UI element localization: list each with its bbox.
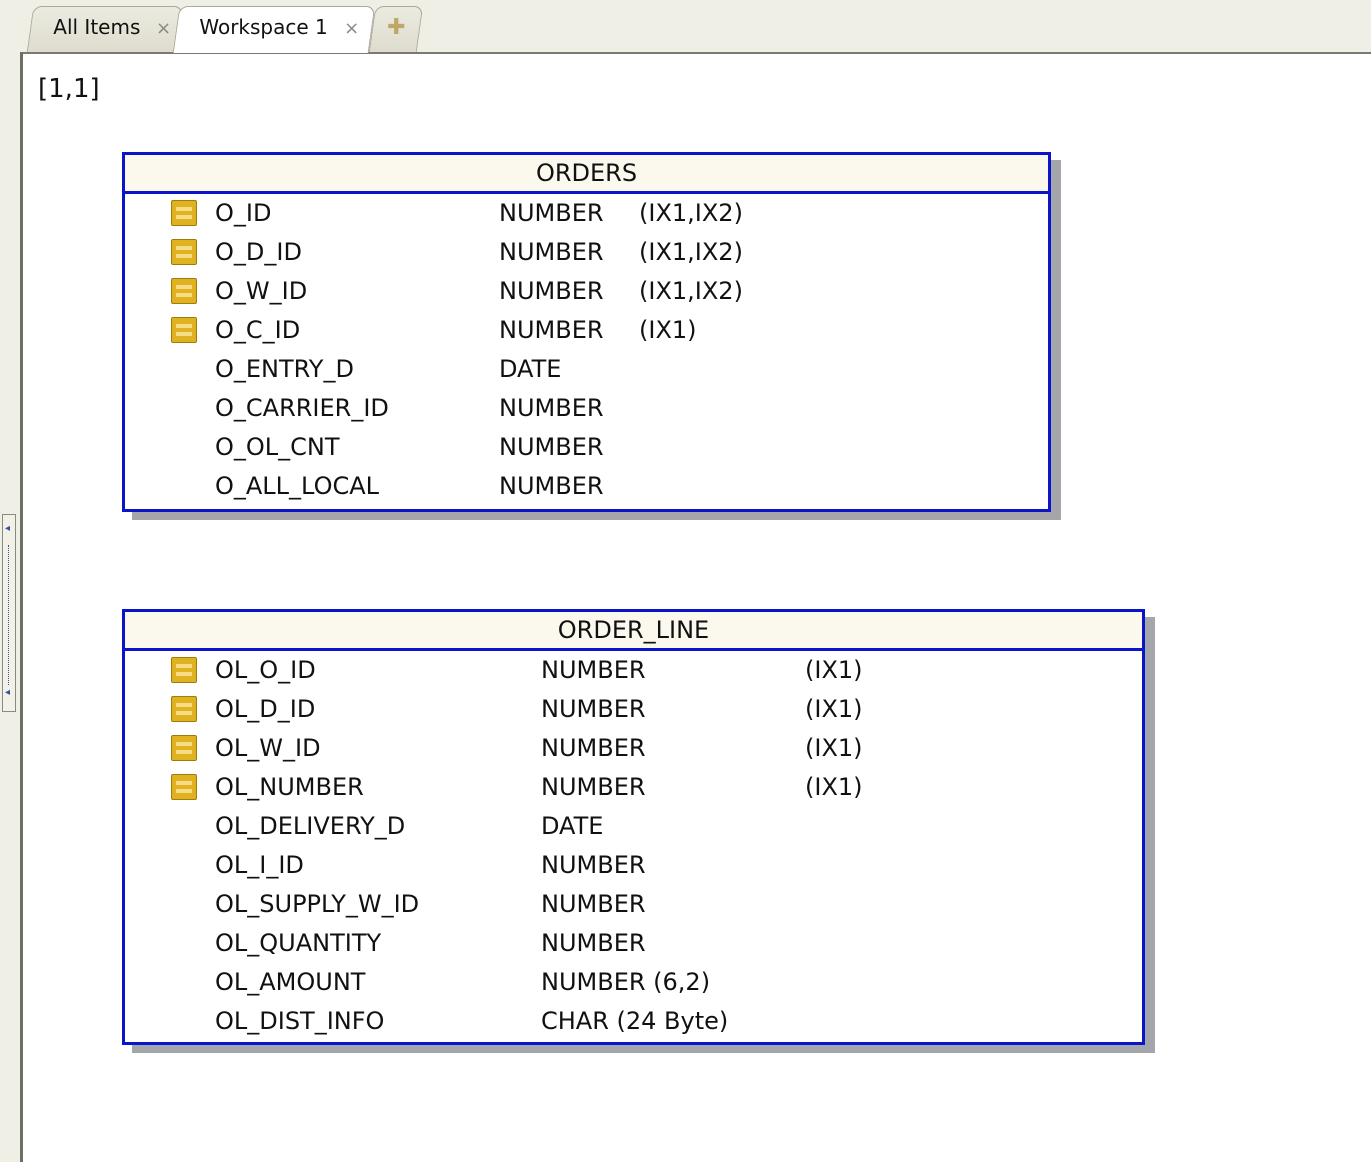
tab-all-items[interactable]: All Items ×	[26, 6, 184, 52]
column-name: OL_AMOUNT	[215, 968, 366, 996]
column-row[interactable]: O_ALL_LOCAL NUMBER	[125, 467, 1048, 506]
index-key-icon	[171, 657, 197, 683]
column-name: OL_NUMBER	[215, 773, 364, 801]
column-name: OL_QUANTITY	[215, 929, 382, 957]
index-key-icon	[171, 200, 197, 226]
column-name: OL_DELIVERY_D	[215, 812, 406, 840]
column-index: (IX1)	[805, 695, 863, 723]
column-type: DATE	[541, 812, 604, 840]
column-list: OL_O_ID NUMBER (IX1) OL_D_ID NUMBER (IX1) OL_W…	[125, 651, 1142, 1041]
index-key-icon	[171, 735, 197, 761]
column-row[interactable]: O_ID NUMBER (IX1,IX2)	[125, 194, 1048, 233]
column-type: NUMBER	[499, 199, 604, 227]
index-key-icon	[171, 774, 197, 800]
column-type: NUMBER	[499, 433, 604, 461]
close-icon[interactable]: ×	[344, 9, 359, 49]
column-name: O_ID	[215, 199, 272, 227]
tab-label: Workspace 1	[199, 15, 328, 39]
column-row[interactable]: O_OL_CNT NUMBER	[125, 428, 1048, 467]
tab-workspace-1[interactable]: Workspace 1 ×	[172, 6, 376, 53]
column-name: O_ALL_LOCAL	[215, 472, 380, 500]
column-name: OL_DIST_INFO	[215, 1007, 385, 1035]
column-type: NUMBER	[541, 929, 646, 957]
column-type: NUMBER	[541, 656, 646, 684]
column-name: OL_O_ID	[215, 656, 316, 684]
column-type: NUMBER	[499, 394, 604, 422]
column-row[interactable]: OL_W_ID NUMBER (IX1)	[125, 729, 1142, 768]
canvas-coordinate: [1,1]	[38, 74, 100, 104]
index-key-icon	[171, 696, 197, 722]
column-row[interactable]: O_CARRIER_ID NUMBER	[125, 389, 1048, 428]
column-name: O_W_ID	[215, 277, 308, 305]
column-type: NUMBER	[541, 734, 646, 762]
column-index: (IX1,IX2)	[639, 199, 743, 227]
column-name: OL_D_ID	[215, 695, 316, 723]
column-name: OL_W_ID	[215, 734, 321, 762]
index-key-icon	[171, 239, 197, 265]
column-type: NUMBER	[541, 851, 646, 879]
column-type: DATE	[499, 355, 562, 383]
column-type: NUMBER	[499, 277, 604, 305]
collapse-left-icon[interactable]: ◂	[5, 523, 10, 534]
diagram-canvas[interactable]: [1,1] ORDERS O_ID NUMBER (IX1,IX2) O_D_ID NU…	[23, 54, 1371, 1162]
table-title: ORDERS	[125, 155, 1048, 194]
column-row[interactable]: OL_DIST_INFO CHAR (24 Byte)	[125, 1002, 1142, 1041]
column-row[interactable]: OL_O_ID NUMBER (IX1)	[125, 651, 1142, 690]
column-index: (IX1,IX2)	[639, 238, 743, 266]
close-icon[interactable]: ×	[156, 9, 171, 49]
table-order-line[interactable]: ORDER_LINE OL_O_ID NUMBER (IX1) OL_D_ID NUMB…	[122, 609, 1145, 1045]
column-type: NUMBER	[541, 890, 646, 918]
column-index: (IX1)	[805, 773, 863, 801]
column-row[interactable]: O_D_ID NUMBER (IX1,IX2)	[125, 233, 1048, 272]
column-list: O_ID NUMBER (IX1,IX2) O_D_ID NUMBER (IX1,IX2)…	[125, 194, 1048, 506]
column-name: OL_I_ID	[215, 851, 304, 879]
column-name: O_C_ID	[215, 316, 301, 344]
index-key-icon	[171, 317, 197, 343]
collapse-left-icon[interactable]: ◂	[5, 687, 10, 698]
column-name: O_OL_CNT	[215, 433, 340, 461]
column-row[interactable]: OL_QUANTITY NUMBER	[125, 924, 1142, 963]
column-type: NUMBER	[499, 472, 604, 500]
column-row[interactable]: OL_NUMBER NUMBER (IX1)	[125, 768, 1142, 807]
index-key-icon	[171, 278, 197, 304]
column-name: O_CARRIER_ID	[215, 394, 389, 422]
column-name: O_ENTRY_D	[215, 355, 354, 383]
tab-strip: All Items × Workspace 1 × ✚	[0, 0, 1371, 53]
table-title: ORDER_LINE	[125, 612, 1142, 651]
column-row[interactable]: OL_I_ID NUMBER	[125, 846, 1142, 885]
column-type: NUMBER	[499, 238, 604, 266]
column-type: NUMBER	[541, 695, 646, 723]
column-row[interactable]: O_W_ID NUMBER (IX1,IX2)	[125, 272, 1048, 311]
column-type: NUMBER	[541, 773, 646, 801]
column-row[interactable]: OL_DELIVERY_D DATE	[125, 807, 1142, 846]
column-row[interactable]: OL_D_ID NUMBER (IX1)	[125, 690, 1142, 729]
column-type: CHAR (24 Byte)	[541, 1007, 729, 1035]
column-index: (IX1)	[805, 656, 863, 684]
panel-splitter[interactable]: ◂ ◂	[2, 514, 16, 712]
column-row[interactable]: O_C_ID NUMBER (IX1)	[125, 311, 1048, 350]
column-type: NUMBER (6,2)	[541, 968, 711, 996]
column-name: O_D_ID	[215, 238, 302, 266]
tab-label: All Items	[53, 15, 141, 39]
column-row[interactable]: OL_SUPPLY_W_ID NUMBER	[125, 885, 1142, 924]
plus-icon: ✚	[387, 15, 406, 40]
table-orders[interactable]: ORDERS O_ID NUMBER (IX1,IX2) O_D_ID NUMBER (I…	[122, 152, 1051, 512]
splitter-grip[interactable]	[8, 545, 10, 685]
column-index: (IX1)	[805, 734, 863, 762]
column-row[interactable]: OL_AMOUNT NUMBER (6,2)	[125, 963, 1142, 1002]
column-name: OL_SUPPLY_W_ID	[215, 890, 420, 918]
column-type: NUMBER	[499, 316, 604, 344]
column-row[interactable]: O_ENTRY_D DATE	[125, 350, 1048, 389]
new-tab-button[interactable]: ✚	[368, 6, 424, 52]
column-index: (IX1)	[639, 316, 697, 344]
column-index: (IX1,IX2)	[639, 277, 743, 305]
